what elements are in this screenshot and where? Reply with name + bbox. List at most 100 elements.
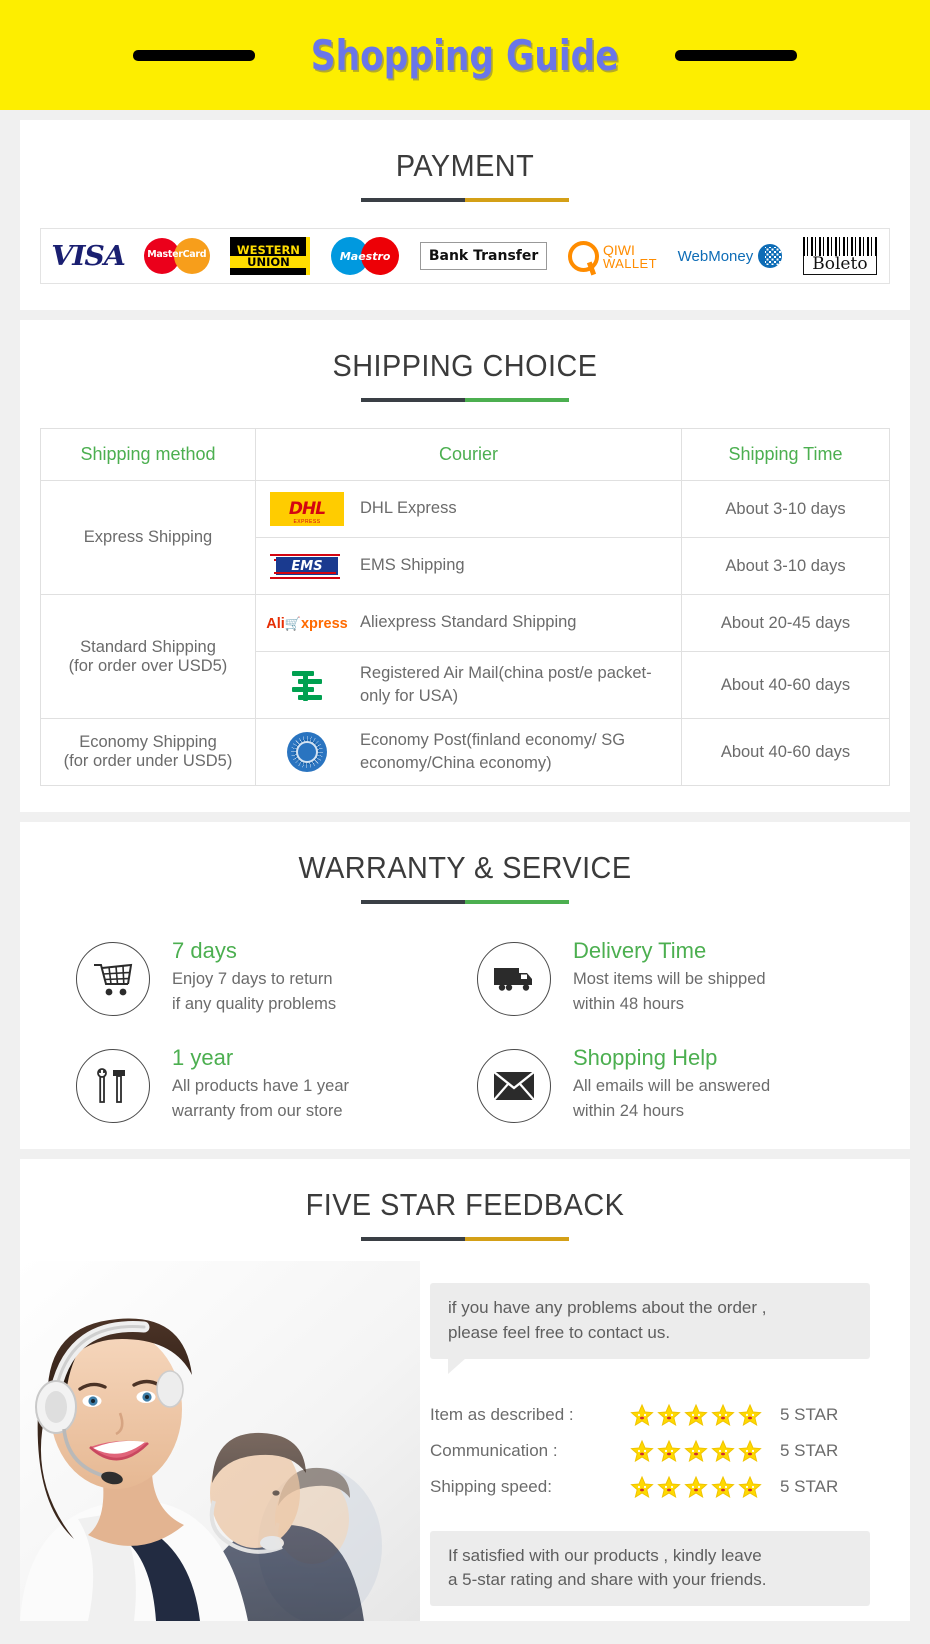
warranty-line2-delivery-time: within 48 hours — [573, 995, 684, 1014]
shipping-title-underline — [361, 398, 569, 402]
china-post-logo — [268, 667, 346, 703]
rating-row-item-as-described: Item as described : 5 STAR — [430, 1397, 870, 1433]
table-row: Express Shipping DHL DHL Express About 3… — [40, 480, 890, 595]
qiwi-bottom-text: WALLET — [602, 255, 657, 271]
courier-name-economy: Economy Post(finland economy/ SG economy… — [360, 731, 626, 773]
star-icon — [738, 1439, 762, 1463]
qiwi-wallet-logo: QIWI WALLET — [567, 240, 657, 272]
leave-rating-bubble: If satisfied with our products , kindly … — [430, 1530, 870, 1606]
warranty-line1-1-year: All products have 1 year — [172, 1076, 350, 1095]
webmoney-logo: WebMoney — [678, 244, 783, 268]
warranty-item-7-days: 7 days Enjoy 7 days to return if any qua… — [76, 938, 453, 1017]
maestro-logo-text: Maestro — [339, 250, 391, 263]
western-union-bottom-text: UNION — [230, 256, 307, 268]
feedback-right-column: if you have any problems about the order… — [420, 1261, 910, 1606]
maestro-logo: Maestro — [331, 237, 400, 275]
boleto-text: Boleto — [802, 255, 877, 275]
rating-stars-shipping-speed — [630, 1475, 780, 1499]
banner-rule-right — [674, 49, 797, 61]
rating-label-communication: Communication : — [430, 1440, 558, 1460]
warranty-line2-1-year: warranty from our store — [172, 1101, 343, 1120]
star-icon — [738, 1403, 762, 1427]
qiwi-q-icon — [567, 240, 599, 272]
rating-stars-communication — [630, 1439, 780, 1463]
banner-rule-left — [133, 49, 256, 61]
visa-logo-text: VISA — [51, 240, 126, 272]
dhl-logo: DHL — [268, 491, 346, 527]
star-icon — [657, 1475, 681, 1499]
warranty-item-1-year: 1 year All products have 1 year warranty… — [76, 1045, 453, 1124]
cell-courier-dhl: DHL DHL Express — [255, 480, 682, 538]
star-icon — [684, 1475, 708, 1499]
cell-time-aliexpress: About 20-45 days — [681, 594, 890, 652]
payment-title-underline — [361, 198, 569, 202]
rating-label-shipping-speed: Shipping speed: — [430, 1476, 552, 1496]
star-icon — [711, 1439, 735, 1463]
method-economy-line1: Economy Shipping — [79, 733, 217, 752]
contact-us-bubble: if you have any problems about the order… — [430, 1283, 870, 1374]
rating-row-shipping-speed: Shipping speed: 5 STAR — [430, 1469, 870, 1505]
method-standard-line2: (for order over USD5) — [68, 656, 228, 675]
feedback-section-title: FIVE STAR FEEDBACK — [305, 1187, 625, 1223]
cell-courier-china-post: Registered Air Mail(china post/e packet-… — [255, 650, 682, 720]
aliexpress-logo: Ali🛒xpress — [266, 615, 348, 632]
webmoney-globe-icon — [758, 244, 783, 268]
cell-courier-economy: Economy Post(finland economy/ SG economy… — [255, 718, 682, 787]
feedback-title-underline — [361, 1237, 569, 1242]
visa-logo: VISA — [51, 240, 126, 272]
un-logo — [268, 732, 346, 773]
courier-name-aliexpress: Aliexpress Standard Shipping — [360, 613, 577, 632]
cell-method-standard: Standard Shipping (for order over USD5) — [40, 593, 256, 720]
warranty-item-shopping-help: Shopping Help All emails will be answere… — [477, 1045, 854, 1124]
warranty-line1-7-days: Enjoy 7 days to return — [172, 970, 333, 989]
payment-methods-strip: VISA MasterCard WESTERN UNION Maestro Ba… — [40, 228, 890, 284]
shipping-section: SHIPPING CHOICE Shipping method Courier … — [20, 320, 910, 813]
header-courier: Courier — [255, 428, 682, 481]
bank-transfer-text: Bank Transfer — [419, 242, 548, 270]
shipping-section-title: SHIPPING CHOICE — [332, 348, 598, 383]
table-header-row: Shipping method Courier Shipping Time — [40, 428, 890, 481]
qiwi-top-text: QIWI — [602, 241, 635, 258]
courier-name-china-post: Registered Air Mail(china post/e packet-… — [360, 664, 652, 706]
contact-us-line2: please feel free to contact us. — [448, 1323, 671, 1343]
page-title: Shopping Guide — [311, 30, 619, 80]
cell-method-economy: Economy Shipping (for order under USD5) — [40, 718, 256, 787]
warranty-items-grid: 7 days Enjoy 7 days to return if any qua… — [76, 938, 854, 1123]
cell-time-ems: About 3-10 days — [681, 537, 890, 595]
star-icon — [630, 1439, 654, 1463]
western-union-logo: WESTERN UNION — [230, 237, 311, 275]
rating-value-shipping-speed: 5 STAR — [780, 1476, 839, 1496]
star-icon — [657, 1403, 681, 1427]
star-icon — [711, 1403, 735, 1427]
mastercard-logo-text: MasterCard — [147, 249, 207, 260]
mastercard-logo: MasterCard — [143, 238, 210, 274]
envelope-icon — [477, 1048, 551, 1123]
payment-section: PAYMENT VISA MasterCard WESTERN UNION Ma… — [20, 120, 910, 310]
star-icon — [630, 1475, 654, 1499]
rating-value-communication: 5 STAR — [780, 1440, 839, 1460]
warranty-line2-shopping-help: within 24 hours — [573, 1101, 684, 1120]
warranty-title-underline — [361, 900, 569, 905]
method-economy-line2: (for order under USD5) — [63, 752, 233, 771]
courier-name-ems: EMS Shipping — [360, 556, 465, 575]
header-shipping-method: Shipping method — [40, 428, 256, 481]
leave-rating-line2: a 5-star rating and share with your frie… — [448, 1570, 767, 1590]
cell-courier-ems: EMS EMS Shipping — [255, 537, 682, 595]
leave-rating-line1: If satisfied with our products , kindly … — [448, 1545, 762, 1565]
customer-service-team-photo — [20, 1261, 420, 1622]
table-row: Standard Shipping (for order over USD5) … — [40, 593, 890, 720]
rating-row-communication: Communication : 5 STAR — [430, 1433, 870, 1469]
star-icon — [738, 1475, 762, 1499]
star-icon — [684, 1403, 708, 1427]
page-banner: Shopping Guide — [0, 0, 930, 110]
shipping-table: Shipping method Courier Shipping Time Ex… — [40, 428, 890, 787]
method-standard-line1: Standard Shipping — [80, 637, 216, 656]
warranty-title-shopping-help: Shopping Help — [573, 1044, 718, 1070]
warranty-line1-shopping-help: All emails will be answered — [573, 1076, 771, 1095]
warranty-item-delivery-time: Delivery Time Most items will be shipped… — [477, 938, 854, 1017]
cell-courier-aliexpress: Ali🛒xpress Aliexpress Standard Shipping — [255, 594, 682, 652]
star-icon — [711, 1475, 735, 1499]
webmoney-text: WebMoney — [677, 247, 754, 265]
star-icon — [657, 1439, 681, 1463]
star-icon — [630, 1403, 654, 1427]
